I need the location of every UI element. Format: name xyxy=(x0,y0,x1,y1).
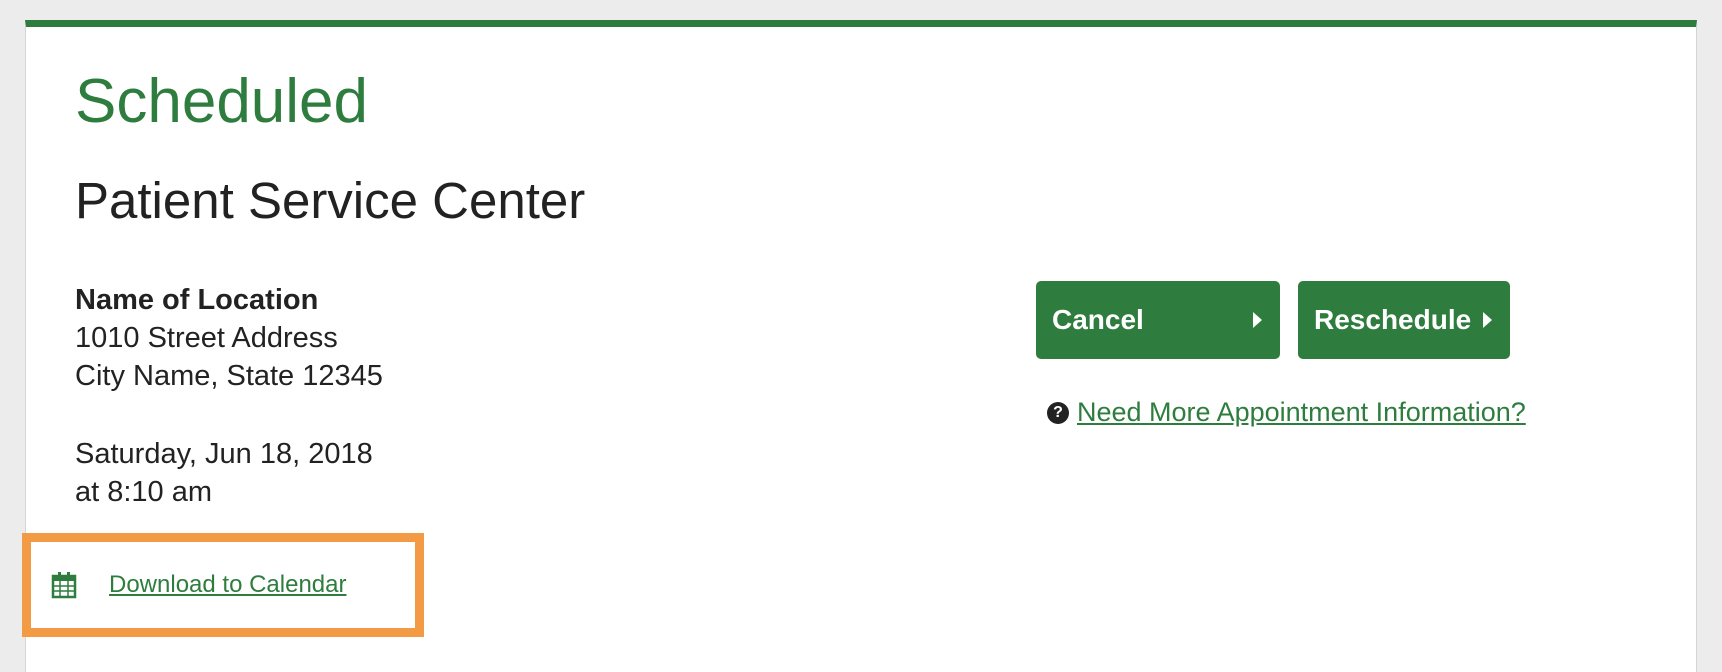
question-circle-icon: ? xyxy=(1047,401,1069,424)
reschedule-button-label: Reschedule xyxy=(1314,304,1472,335)
appointment-date: Saturday, Jun 18, 2018 xyxy=(75,438,373,470)
location-block: Name of Location 1010 Street Address Cit… xyxy=(75,281,383,395)
reschedule-button[interactable]: Reschedule xyxy=(1298,281,1510,359)
calendar-icon xyxy=(51,572,77,599)
cancel-button[interactable]: Cancel xyxy=(1036,281,1280,359)
appointment-datetime: Saturday, Jun 18, 2018 at 8:10 am xyxy=(75,435,373,511)
location-name: Name of Location xyxy=(75,284,319,316)
download-calendar-highlight: Download to Calendar xyxy=(22,533,424,637)
appointment-time: at 8:10 am xyxy=(75,476,213,508)
service-title: Patient Service Center xyxy=(75,172,586,229)
street-address: 1010 Street Address xyxy=(75,322,338,354)
status-title: Scheduled xyxy=(75,67,369,136)
appointment-info-link[interactable]: Need More Appointment Information? xyxy=(1077,397,1526,428)
cancel-button-label: Cancel xyxy=(1052,304,1144,335)
city-state-zip: City Name, State 12345 xyxy=(75,360,383,392)
caret-right-icon xyxy=(1253,312,1262,328)
download-calendar-link[interactable]: Download to Calendar xyxy=(109,571,346,599)
caret-right-icon xyxy=(1483,312,1492,328)
help-link-group: ? Need More Appointment Information? xyxy=(1047,397,1526,428)
